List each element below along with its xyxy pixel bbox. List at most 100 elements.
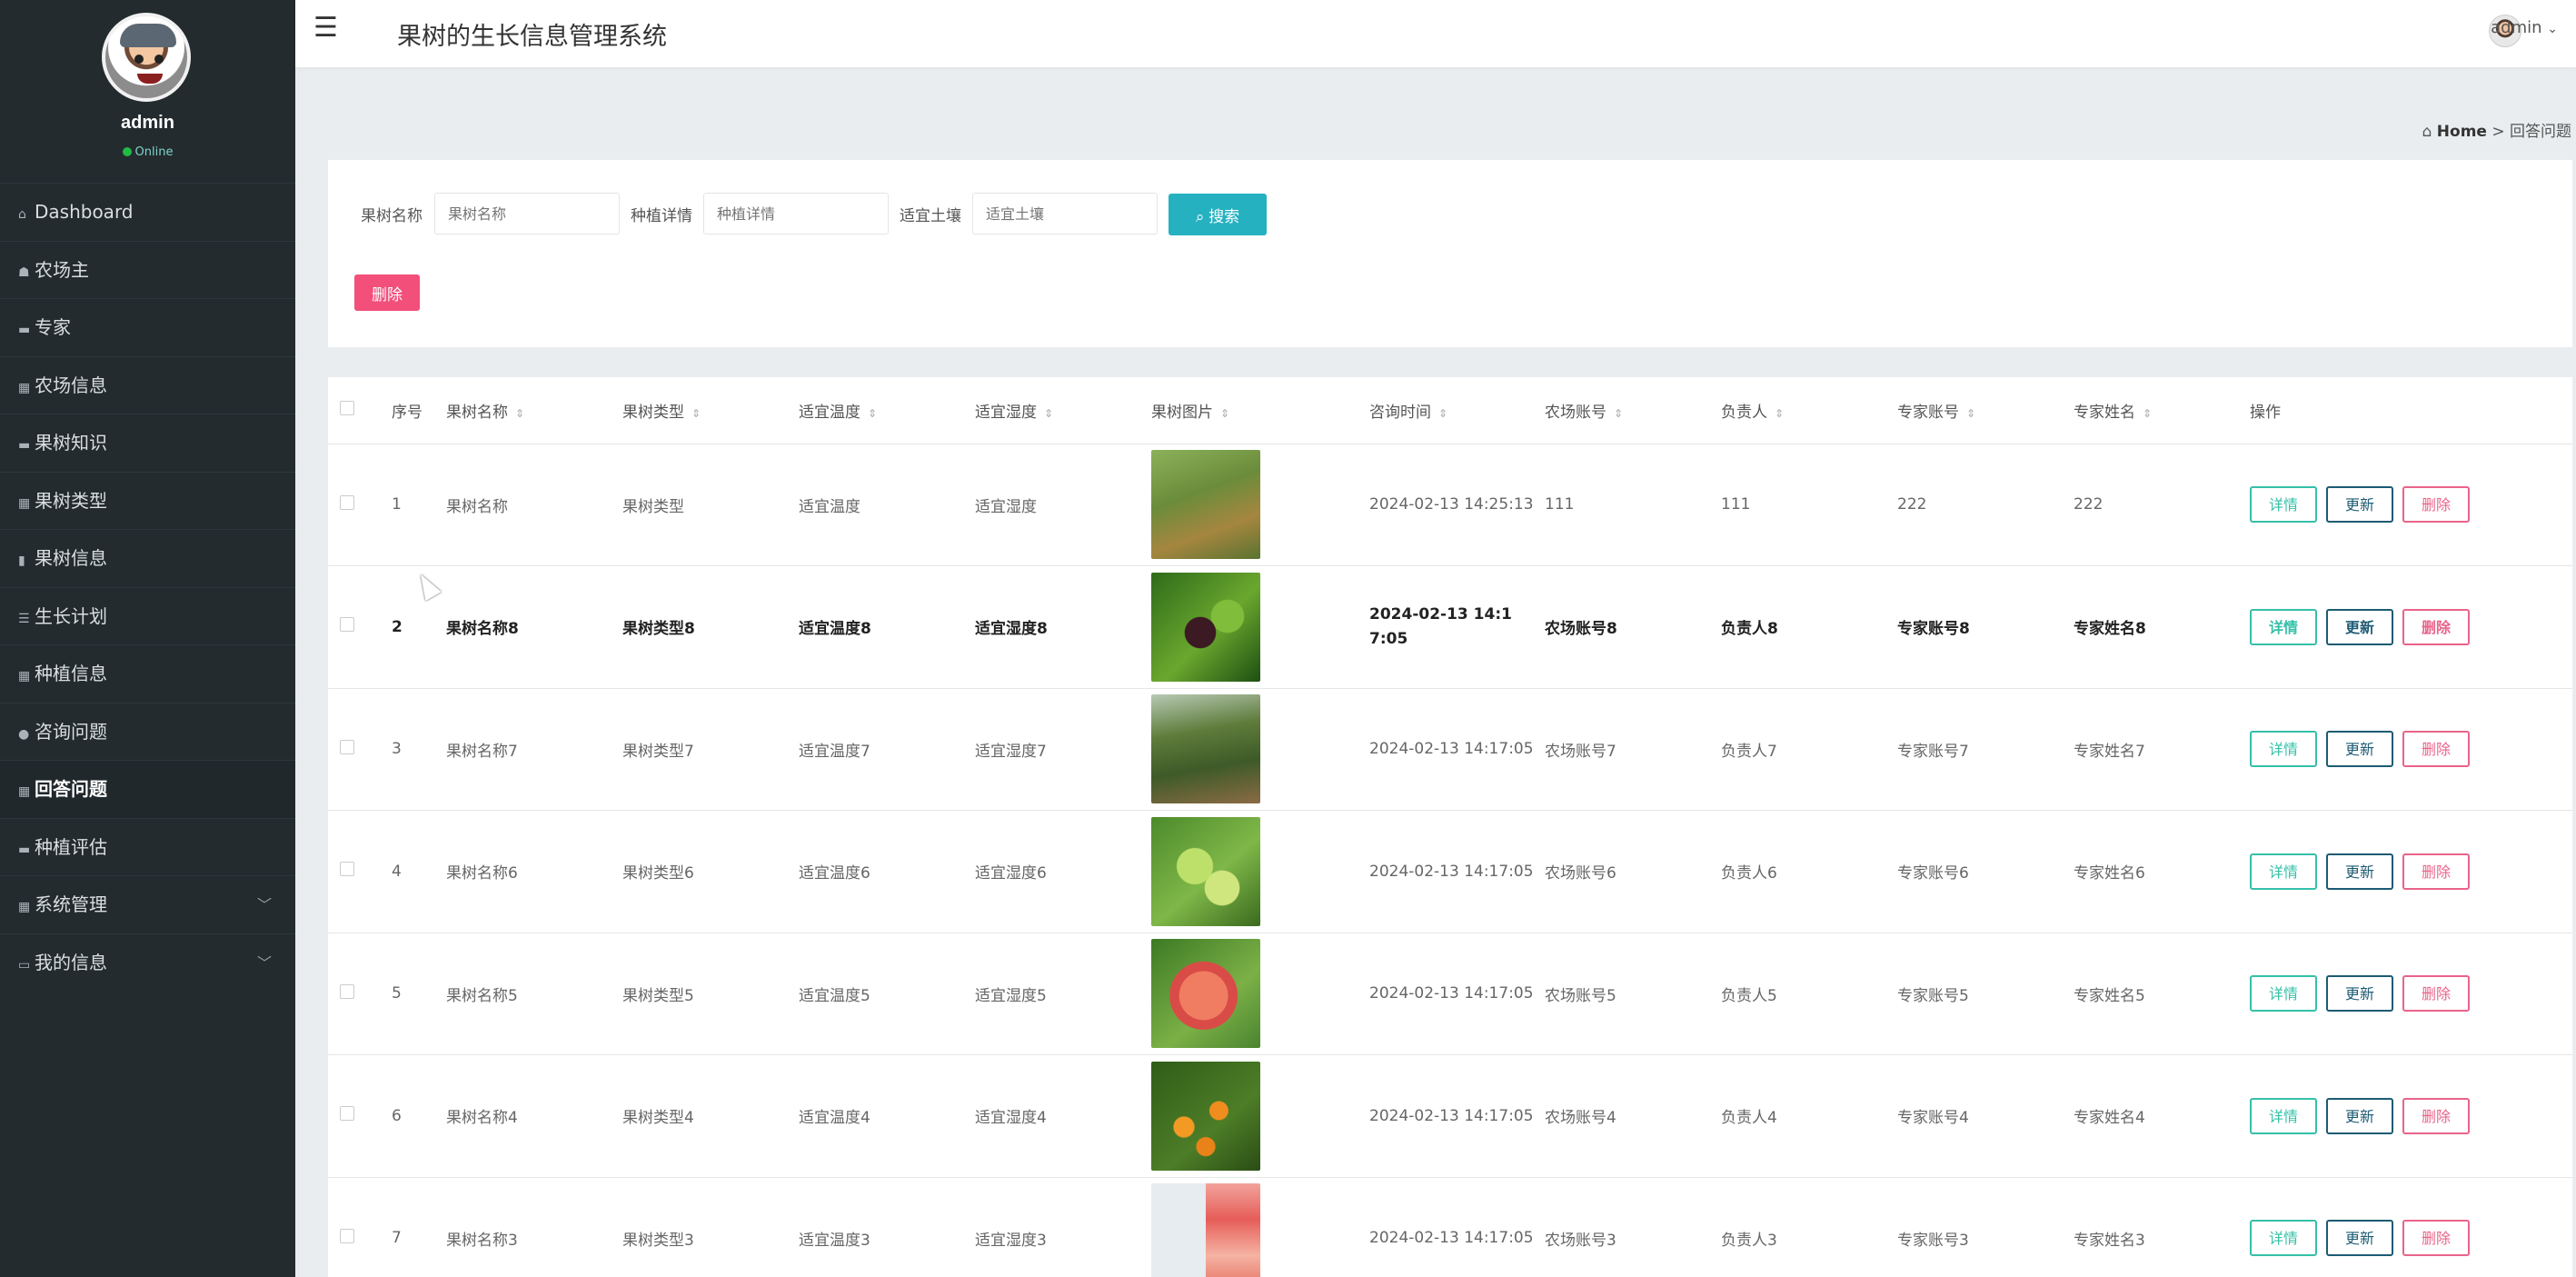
update-button[interactable]: 更新 xyxy=(2326,975,2393,1013)
update-button[interactable]: 更新 xyxy=(2326,486,2393,524)
cell-expert-name: 专家姓名3 xyxy=(2074,1231,2145,1250)
cell-expert-name: 222 xyxy=(2074,495,2104,514)
fruit-tree-image[interactable] xyxy=(1151,939,1260,1049)
sidebar-item-fruit-knowledge[interactable]: ▬ 果树知识 xyxy=(0,414,295,472)
fruit-tree-image[interactable] xyxy=(1151,450,1260,560)
sidebar-item-my-info[interactable]: ▭ 我的信息 ﹀ xyxy=(0,933,295,992)
row-checkbox[interactable] xyxy=(340,983,354,999)
update-button[interactable]: 更新 xyxy=(2326,608,2393,645)
breadcrumb-home[interactable]: Home xyxy=(2437,123,2487,141)
cell-fruit-name: 果树名称7 xyxy=(446,742,518,761)
sort-icon: ⇕ xyxy=(1220,406,1230,420)
select-all-checkbox[interactable] xyxy=(340,400,354,415)
fruit-name-input[interactable] xyxy=(434,193,620,234)
delete-button[interactable]: 删除 xyxy=(2402,486,2470,524)
cell-consult-time: 2024-02-13 14:17:05 xyxy=(1369,1106,1534,1125)
fruit-tree-image[interactable] xyxy=(1151,694,1260,804)
delete-button[interactable]: 删除 xyxy=(2402,1220,2470,1257)
sidebar-item-farm-info[interactable]: ▦ 农场信息 xyxy=(0,355,295,414)
col-header-sortable[interactable]: 专家账号 ⇕ xyxy=(1897,377,2074,444)
fruit-tree-image[interactable] xyxy=(1151,1183,1260,1277)
sidebar-item-system[interactable]: ▦ 系统管理 ﹀ xyxy=(0,875,295,933)
sidebar-item-fruit-info[interactable]: ▮ 果树信息 xyxy=(0,529,295,587)
update-button[interactable]: 更新 xyxy=(2326,1097,2393,1134)
sidebar-item-answer[interactable]: ▦ 回答问题 xyxy=(0,760,295,818)
col-header-sortable[interactable]: 专家姓名 ⇕ xyxy=(2074,377,2250,444)
update-button[interactable]: 更新 xyxy=(2326,731,2393,768)
col-header-sortable[interactable]: 适宜湿度 ⇕ xyxy=(975,377,1151,444)
fruit-tree-image[interactable] xyxy=(1151,572,1260,682)
col-header-sortable[interactable]: 果树图片 ⇕ xyxy=(1151,377,1369,444)
sidebar-item-farm-owner[interactable]: ☗ 农场主 xyxy=(0,240,295,299)
col-header-label: 咨询时间 xyxy=(1369,403,1431,422)
col-header: 序号 xyxy=(392,377,446,444)
chevron-down-icon: ⌄ xyxy=(2547,22,2558,36)
cell-fruit-type: 果树类型7 xyxy=(622,742,694,761)
planting-detail-input[interactable] xyxy=(703,193,889,234)
row-checkbox[interactable] xyxy=(340,494,354,510)
soil-input[interactable] xyxy=(972,193,1158,234)
breadcrumb-current: 回答问题 xyxy=(2510,123,2571,141)
update-button[interactable]: 更新 xyxy=(2326,1220,2393,1257)
sort-icon: ⇕ xyxy=(1966,406,1976,420)
search-label-name: 果树名称 xyxy=(361,207,423,225)
row-checkbox[interactable] xyxy=(340,739,354,754)
col-header-sortable[interactable]: 咨询时间 ⇕ xyxy=(1369,377,1545,444)
row-checkbox[interactable] xyxy=(340,1228,354,1243)
list-icon: ☰ xyxy=(18,611,30,626)
sidebar-item-consult[interactable]: ● 咨询问题 xyxy=(0,702,295,761)
grid-icon: ▦ xyxy=(18,669,31,683)
fruit-tree-image[interactable] xyxy=(1151,816,1260,926)
row-checkbox[interactable] xyxy=(340,1106,354,1122)
batch-delete-button[interactable]: 删除 xyxy=(354,274,420,311)
col-header-sortable[interactable]: 农场账号 ⇕ xyxy=(1545,377,1721,444)
user-avatar[interactable] xyxy=(102,13,191,102)
detail-button[interactable]: 详情 xyxy=(2250,975,2317,1013)
detail-button[interactable]: 详情 xyxy=(2250,731,2317,768)
sidebar-item-growth-plan[interactable]: ☰ 生长计划 xyxy=(0,586,295,645)
fruit-tree-image[interactable] xyxy=(1151,1061,1260,1171)
cell-index: 6 xyxy=(392,1106,402,1125)
sidebar-item-label: 系统管理 xyxy=(35,893,107,915)
cell-owner: 负责人4 xyxy=(1721,1109,1777,1128)
sidebar-item-label: Dashboard xyxy=(35,201,134,223)
grid-icon: ▦ xyxy=(18,784,31,799)
detail-button[interactable]: 详情 xyxy=(2250,853,2317,890)
sidebar-item-planting-info[interactable]: ▦ 种植信息 xyxy=(0,644,295,703)
cell-index: 1 xyxy=(392,495,402,514)
search-button[interactable]: ⌕ 搜索 xyxy=(1169,194,1267,235)
row-checkbox[interactable] xyxy=(340,862,354,877)
col-header: 操作 xyxy=(2250,377,2572,444)
col-header-sortable[interactable]: 负责人 ⇕ xyxy=(1721,377,1897,444)
top-navbar: ☰ 果树的生长信息管理系统 admin ⌄ xyxy=(295,0,2576,67)
delete-button[interactable]: 删除 xyxy=(2402,853,2470,890)
delete-button[interactable]: 删除 xyxy=(2402,608,2470,645)
col-header-label: 专家姓名 xyxy=(2074,403,2135,422)
cell-fruit-type: 果树类型3 xyxy=(622,1231,694,1250)
delete-button[interactable]: 删除 xyxy=(2402,975,2470,1013)
cell-farm-account: 农场账号4 xyxy=(1545,1109,1616,1128)
detail-button[interactable]: 详情 xyxy=(2250,1220,2317,1257)
menu-toggle-icon[interactable]: ☰ xyxy=(313,15,339,42)
col-header-sortable[interactable]: 适宜温度 ⇕ xyxy=(799,377,975,444)
detail-button[interactable]: 详情 xyxy=(2250,608,2317,645)
sidebar-item-dashboard[interactable]: ⌂ Dashboard xyxy=(0,183,295,241)
row-checkbox[interactable] xyxy=(340,617,354,633)
cell-temperature: 适宜温度7 xyxy=(799,742,870,761)
cell-owner: 负责人3 xyxy=(1721,1231,1777,1250)
col-header-sortable[interactable]: 果树类型 ⇕ xyxy=(622,377,799,444)
detail-button[interactable]: 详情 xyxy=(2250,486,2317,524)
delete-button[interactable]: 删除 xyxy=(2402,1097,2470,1134)
delete-button[interactable]: 删除 xyxy=(2402,731,2470,768)
cell-temperature: 适宜温度5 xyxy=(799,986,870,1005)
detail-button[interactable]: 详情 xyxy=(2250,1097,2317,1134)
sidebar-item-planting-eval[interactable]: ▬ 种植评估 xyxy=(0,817,295,876)
sidebar-item-expert[interactable]: ▬ 专家 xyxy=(0,298,295,356)
user-icon: ▬ xyxy=(18,323,31,337)
sidebar-item-fruit-type[interactable]: ▦ 果树类型 xyxy=(0,471,295,530)
cell-farm-account: 农场账号8 xyxy=(1545,620,1617,639)
col-header-sortable[interactable]: 果树名称 ⇕ xyxy=(446,377,622,444)
col-header-label: 果树类型 xyxy=(622,403,684,422)
update-button[interactable]: 更新 xyxy=(2326,853,2393,890)
top-user-menu[interactable]: admin ⌄ xyxy=(2491,18,2558,37)
